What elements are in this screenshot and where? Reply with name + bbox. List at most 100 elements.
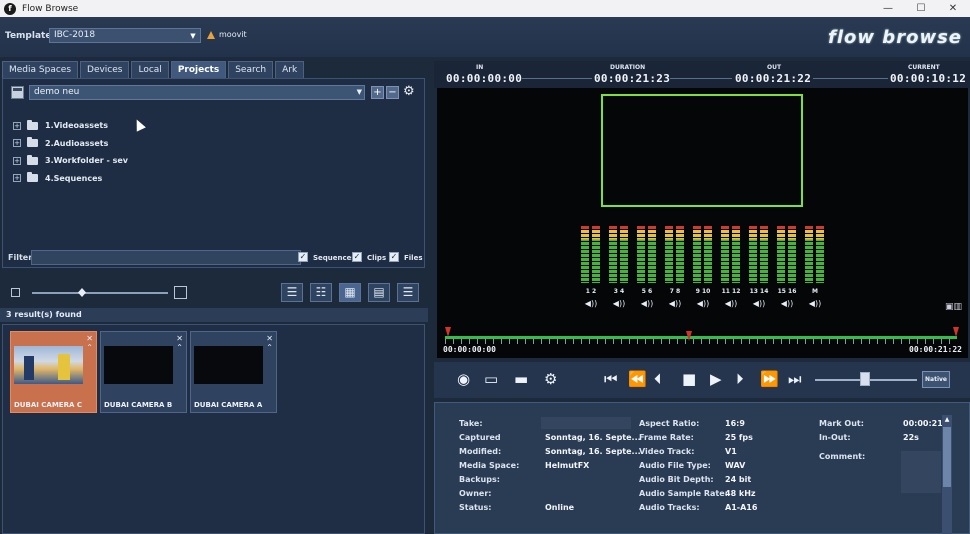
in-marker-icon[interactable] [445, 327, 451, 337]
out-label: OUT [767, 64, 782, 71]
tab-media-spaces[interactable]: Media Spaces [2, 61, 79, 78]
speaker-icon[interactable]: ◀)) [635, 299, 659, 308]
expand-icon[interactable]: + [13, 174, 21, 183]
column-view-button[interactable]: ☰ [397, 283, 419, 302]
thumb-size-knob[interactable] [78, 288, 86, 297]
speaker-icon[interactable]: ◀)) [803, 299, 827, 308]
camera-icon[interactable]: ▭ [484, 370, 498, 388]
gear-icon[interactable]: ⚙ [403, 85, 415, 99]
clip-actions-icon[interactable]: ✕ ⌃ [176, 334, 183, 352]
tree-node[interactable]: + 1.Videoassets [13, 117, 128, 135]
tree-node[interactable]: + 3.Workfolder - sev [13, 152, 128, 170]
project-panel: demo neu ▼ + − ⚙ + 1.Videoassets + 2.Aud… [2, 78, 425, 268]
scroll-thumb[interactable] [943, 427, 951, 487]
metadata-scrollbar[interactable]: ▲ [942, 415, 952, 534]
speaker-icon[interactable]: ◀)) [607, 299, 631, 308]
files-checkbox[interactable]: ✓ [389, 252, 399, 262]
out-timecode[interactable]: 00:00:21:22 [735, 72, 811, 85]
expand-icon[interactable]: + [13, 139, 21, 148]
tab-local[interactable]: Local [131, 61, 169, 78]
volume-knob[interactable] [860, 372, 870, 386]
out-marker-icon[interactable] [953, 327, 959, 337]
eye-icon[interactable]: ◉ [457, 370, 470, 388]
tab-projects[interactable]: Projects [170, 61, 227, 78]
speaker-icon[interactable]: ◀)) [663, 299, 687, 308]
project-select[interactable]: demo neu ▼ [29, 85, 365, 100]
playhead-icon[interactable] [686, 331, 692, 341]
list-view-button[interactable]: ☰ [281, 283, 303, 302]
large-thumb-icon[interactable] [174, 286, 187, 299]
clip-card[interactable]: ✕ ⌃ DUBAI CAMERA B [100, 331, 187, 413]
clip-card[interactable]: ✕ ⌃ DUBAI CAMERA C [10, 331, 97, 413]
timeline[interactable]: 00:00:00:00 00:00:21:22 [437, 326, 968, 358]
video-viewer[interactable]: 1 2 3 4 5 6 7 8 9 10 11 12 13 14 15 16 M… [437, 88, 968, 358]
small-thumb-icon[interactable] [11, 288, 20, 297]
scroll-up-icon[interactable]: ▲ [943, 416, 951, 424]
audio-meter [665, 225, 685, 283]
sequences-checkbox[interactable]: ✓ [298, 252, 308, 262]
native-button[interactable]: Native [922, 371, 950, 388]
close-icon[interactable]: ✕ [938, 0, 968, 17]
clip-grid: ✕ ⌃ DUBAI CAMERA C ✕ ⌃ DUBAI CAMERA B ✕ ⌃ D… [2, 324, 425, 534]
duration-timecode: 00:00:21:23 [594, 72, 671, 85]
expand-icon[interactable]: + [13, 156, 21, 165]
project-tree: + 1.Videoassets + 2.Audioassets + 3.Work… [13, 117, 128, 187]
go-to-start-icon[interactable]: ⏮ [604, 370, 618, 388]
step-back-icon[interactable]: ⏴ [654, 370, 662, 388]
transport-bar: ◉ ▭ ▬ ⚙ ⏮ ⏪ ⏴ ■ ▶ ⏵ ⏩ ⏭ Native [434, 362, 970, 398]
tree-node-label: 1.Videoassets [45, 121, 108, 131]
timeline-end: 00:00:21:22 [909, 345, 962, 354]
clips-checkbox[interactable]: ✓ [352, 252, 362, 262]
in-timecode[interactable]: 00:00:00:00 [446, 72, 522, 85]
folder-icon [27, 172, 38, 183]
rewind-icon[interactable]: ⏪ [628, 370, 647, 388]
tab-ark[interactable]: Ark [275, 61, 305, 78]
expand-icon[interactable]: + [13, 121, 21, 130]
meta-value: HelmutFX [545, 461, 590, 470]
fast-forward-icon[interactable]: ⏩ [760, 370, 779, 388]
filter-input[interactable] [31, 250, 301, 265]
go-to-end-icon[interactable]: ⏭ [788, 370, 802, 388]
clip-actions-icon[interactable]: ✕ ⌃ [266, 334, 273, 352]
meta-key: Aspect Ratio: [639, 419, 700, 428]
meter-label: 7 8 [669, 288, 681, 295]
speaker-icon[interactable]: ◀)) [747, 299, 771, 308]
remove-project-button[interactable]: − [386, 86, 399, 99]
thumb-size-slider[interactable] [32, 292, 168, 294]
minimize-icon[interactable]: — [873, 0, 903, 17]
grid-view-button[interactable]: ▦ [339, 283, 361, 302]
clip-segment-icon[interactable]: ▬ [514, 370, 528, 388]
template-select[interactable]: IBC-2018 ▼ [49, 28, 201, 43]
comment-field[interactable] [901, 451, 941, 493]
meta-value: 25 fps [725, 433, 753, 442]
meter-label: 15 16 [777, 288, 797, 295]
meta-key: Captured [459, 433, 501, 442]
maximize-icon[interactable]: ☐ [906, 0, 936, 17]
detail-view-button[interactable]: ☷ [310, 283, 332, 302]
speaker-icon[interactable]: ◀)) [775, 299, 799, 308]
tree-node-label: 3.Workfolder - sev [45, 156, 129, 166]
step-forward-icon[interactable]: ⏵ [736, 370, 744, 388]
chevron-down-icon: ▼ [190, 32, 196, 40]
tab-devices[interactable]: Devices [80, 61, 130, 78]
clip-card[interactable]: ✕ ⌃ DUBAI CAMERA A [190, 331, 277, 413]
speaker-icon[interactable]: ◀)) [579, 299, 603, 308]
tree-node[interactable]: + 2.Audioassets [13, 135, 128, 153]
tree-node[interactable]: + 4.Sequences [13, 170, 128, 188]
play-icon[interactable]: ▶ [710, 370, 722, 388]
meta-value: 16:9 [725, 419, 745, 428]
clip-actions-icon[interactable]: ✕ ⌃ [86, 334, 93, 352]
clip-name: DUBAI CAMERA A [194, 401, 263, 409]
speaker-icon[interactable]: ◀)) [719, 299, 743, 308]
tab-search[interactable]: Search [228, 61, 274, 78]
settings-icon[interactable]: ⚙ [544, 370, 557, 388]
take-field[interactable] [541, 417, 631, 429]
meta-key: Audio Bit Depth: [639, 475, 714, 484]
filmstrip-view-button[interactable]: ▤ [368, 283, 390, 302]
speaker-icon[interactable]: ◀)) [691, 299, 715, 308]
timeline-start: 00:00:00:00 [443, 345, 496, 354]
viewer-layout-icon[interactable]: ▣▥ [945, 302, 962, 312]
add-project-button[interactable]: + [371, 86, 384, 99]
audio-meter [637, 225, 657, 283]
stop-icon[interactable]: ■ [682, 370, 696, 388]
